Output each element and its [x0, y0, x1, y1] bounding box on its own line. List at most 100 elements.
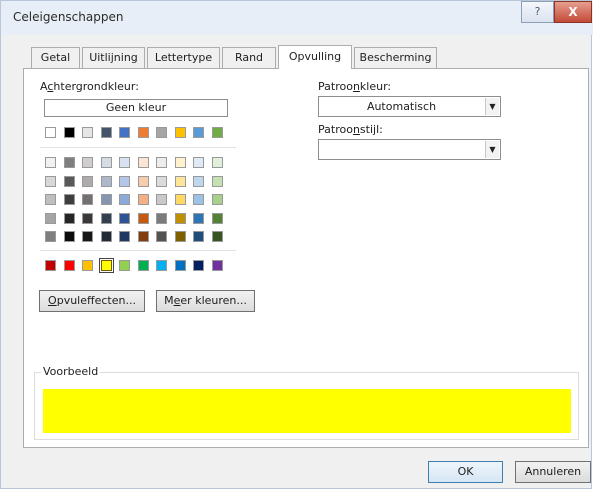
color-swatch[interactable]: [100, 231, 112, 242]
ok-button[interactable]: OK: [428, 461, 503, 483]
no-color-button[interactable]: Geen kleur: [44, 99, 228, 117]
color-swatch[interactable]: [100, 157, 112, 168]
color-swatch[interactable]: [211, 157, 223, 168]
color-swatch[interactable]: [137, 127, 149, 138]
color-swatch[interactable]: [156, 175, 167, 187]
color-swatch[interactable]: [82, 194, 93, 205]
fill-effects-button[interactable]: Opvuleffecten...: [39, 290, 145, 312]
close-button[interactable]: X: [554, 1, 592, 23]
pattern-style-label: Patroonstijl:: [318, 123, 383, 136]
color-swatch[interactable]: [100, 175, 112, 187]
color-swatch[interactable]: [211, 175, 223, 187]
color-swatch[interactable]: [119, 231, 130, 242]
color-swatch[interactable]: [45, 260, 56, 271]
color-swatch[interactable]: [193, 231, 204, 242]
color-swatch[interactable]: [156, 127, 167, 138]
color-swatch[interactable]: [174, 194, 186, 205]
color-swatch[interactable]: [63, 127, 75, 138]
color-swatch[interactable]: [137, 231, 149, 242]
color-swatch[interactable]: [193, 157, 204, 168]
color-swatch[interactable]: [156, 212, 167, 224]
tab-lettertype[interactable]: Lettertype: [147, 47, 220, 68]
color-swatch[interactable]: [100, 127, 112, 138]
color-swatch[interactable]: [156, 157, 167, 168]
color-swatch[interactable]: [82, 212, 93, 224]
separator: [40, 250, 236, 251]
color-swatch[interactable]: [82, 231, 93, 242]
help-button[interactable]: ?: [521, 1, 554, 23]
color-swatch[interactable]: [193, 212, 204, 224]
color-swatch[interactable]: [100, 194, 112, 205]
color-swatch[interactable]: [211, 260, 223, 271]
tab-bescherming[interactable]: Bescherming: [354, 47, 437, 68]
color-swatch[interactable]: [137, 175, 149, 187]
pattern-color-value: Automatisch: [366, 100, 437, 113]
color-swatch[interactable]: [193, 175, 204, 187]
color-swatch[interactable]: [174, 175, 186, 187]
color-swatch[interactable]: [45, 212, 56, 224]
color-swatch[interactable]: [174, 127, 186, 138]
color-swatch[interactable]: [193, 194, 204, 205]
color-swatch[interactable]: [45, 231, 56, 242]
color-swatch[interactable]: [82, 260, 93, 271]
sample-label: Voorbeeld: [41, 365, 101, 378]
background-color-label: Achtergrondkleur:: [40, 80, 139, 93]
color-swatch[interactable]: [119, 175, 130, 187]
color-swatch[interactable]: [98, 258, 114, 273]
tab-getal[interactable]: Getal: [31, 47, 80, 68]
sample-preview: [43, 389, 571, 433]
color-swatch[interactable]: [119, 194, 130, 205]
color-swatch[interactable]: [45, 194, 56, 205]
color-swatch[interactable]: [211, 194, 223, 205]
color-swatch[interactable]: [100, 212, 112, 224]
color-swatch[interactable]: [82, 157, 93, 168]
color-swatch[interactable]: [63, 260, 75, 271]
color-swatch[interactable]: [174, 212, 186, 224]
color-swatch[interactable]: [63, 212, 75, 224]
color-swatch[interactable]: [137, 212, 149, 224]
color-swatch[interactable]: [119, 260, 130, 271]
color-swatch[interactable]: [137, 157, 149, 168]
color-swatch[interactable]: [137, 194, 149, 205]
color-swatch[interactable]: [63, 175, 75, 187]
color-swatch[interactable]: [211, 127, 223, 138]
color-swatch[interactable]: [82, 127, 93, 138]
color-swatch[interactable]: [137, 260, 149, 271]
color-swatch[interactable]: [119, 212, 130, 224]
tab-opvulling[interactable]: Opvulling: [278, 45, 352, 69]
fill-tab-panel: Achtergrondkleur: Geen kleur Opvuleffect…: [23, 68, 589, 448]
format-cells-dialog: Celeigenschappen ? X Getal Uitlijning Le…: [0, 0, 593, 489]
pattern-color-dropdown[interactable]: Automatisch ▼: [318, 96, 501, 117]
color-swatch[interactable]: [174, 157, 186, 168]
color-swatch[interactable]: [156, 260, 167, 271]
pattern-color-label: Patroonkleur:: [318, 80, 392, 93]
sample-group: Voorbeeld: [34, 365, 579, 440]
pattern-style-dropdown[interactable]: ▼: [318, 139, 501, 160]
color-swatch[interactable]: [45, 127, 56, 138]
tab-rand[interactable]: Rand: [222, 47, 276, 68]
title-bar: Celeigenschappen ? X: [1, 1, 593, 35]
chevron-down-icon[interactable]: ▼: [485, 141, 499, 158]
color-swatch[interactable]: [211, 231, 223, 242]
more-colors-button[interactable]: Meer kleuren...: [156, 290, 255, 312]
color-swatch[interactable]: [82, 175, 93, 187]
separator: [40, 147, 236, 148]
color-swatch[interactable]: [156, 194, 167, 205]
color-swatch[interactable]: [211, 212, 223, 224]
dialog-title: Celeigenschappen: [13, 10, 124, 24]
color-swatch[interactable]: [63, 231, 75, 242]
color-swatch[interactable]: [63, 157, 75, 168]
tab-uitlijning[interactable]: Uitlijning: [82, 47, 145, 68]
color-swatch[interactable]: [119, 127, 130, 138]
color-swatch[interactable]: [45, 157, 56, 168]
cancel-button[interactable]: Annuleren: [515, 461, 591, 483]
color-swatch[interactable]: [193, 127, 204, 138]
color-swatch[interactable]: [63, 194, 75, 205]
color-swatch[interactable]: [174, 260, 186, 271]
color-swatch[interactable]: [174, 231, 186, 242]
color-swatch[interactable]: [193, 260, 204, 271]
color-swatch[interactable]: [45, 175, 56, 187]
chevron-down-icon[interactable]: ▼: [485, 98, 499, 115]
color-swatch[interactable]: [156, 231, 167, 242]
color-swatch[interactable]: [119, 157, 130, 168]
